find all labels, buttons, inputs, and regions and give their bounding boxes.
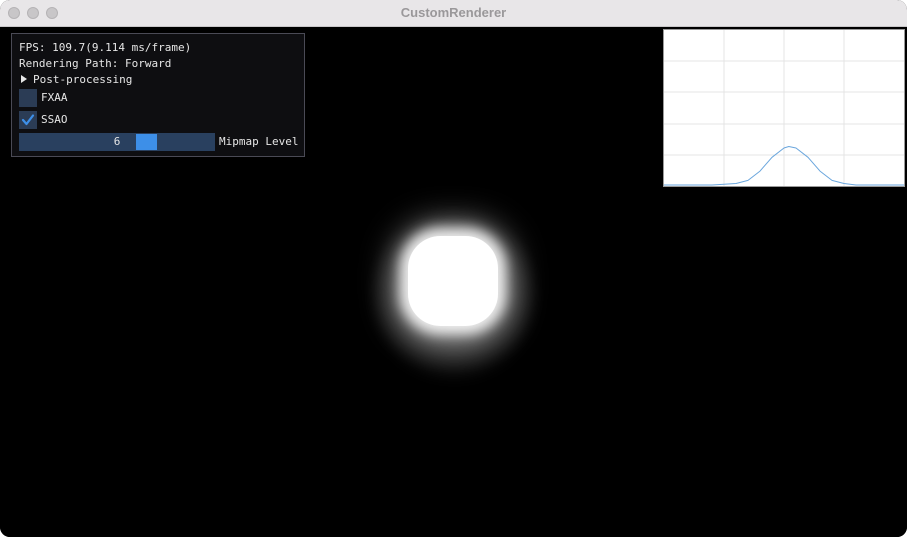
checkmark-icon <box>21 114 35 126</box>
fxaa-checkbox-box[interactable] <box>19 89 37 107</box>
fps-readout: FPS: 109.7(9.114 ms/frame) <box>19 41 192 54</box>
ssao-checkbox-box[interactable] <box>19 111 37 129</box>
app-window: CustomRenderer FPS: 109.7(9.114 ms/frame… <box>0 0 907 537</box>
title-bar[interactable]: CustomRenderer <box>0 0 907 27</box>
rendering-path-readout: Rendering Path: Forward <box>19 57 172 70</box>
ssao-checkbox[interactable]: SSAO <box>19 111 68 129</box>
debug-overlay-panel: FPS: 109.7(9.114 ms/frame) Rendering Pat… <box>11 33 305 157</box>
post-processing-tree-node[interactable]: Post-processing <box>19 73 132 87</box>
ssao-label: SSAO <box>41 113 68 126</box>
post-processing-label: Post-processing <box>33 73 133 86</box>
distribution-graph <box>663 29 905 187</box>
bright-sphere <box>408 236 498 326</box>
distribution-graph-svg <box>664 30 904 186</box>
mipmap-level-value: 6 <box>113 135 121 148</box>
fxaa-checkbox[interactable]: FXAA <box>19 89 68 107</box>
mipmap-level-label: Mipmap Level <box>219 135 299 148</box>
triangle-right-icon <box>21 75 27 83</box>
mipmap-level-slider[interactable]: 6 <box>19 133 215 151</box>
fxaa-label: FXAA <box>41 91 68 104</box>
window-title: CustomRenderer <box>400 5 507 20</box>
